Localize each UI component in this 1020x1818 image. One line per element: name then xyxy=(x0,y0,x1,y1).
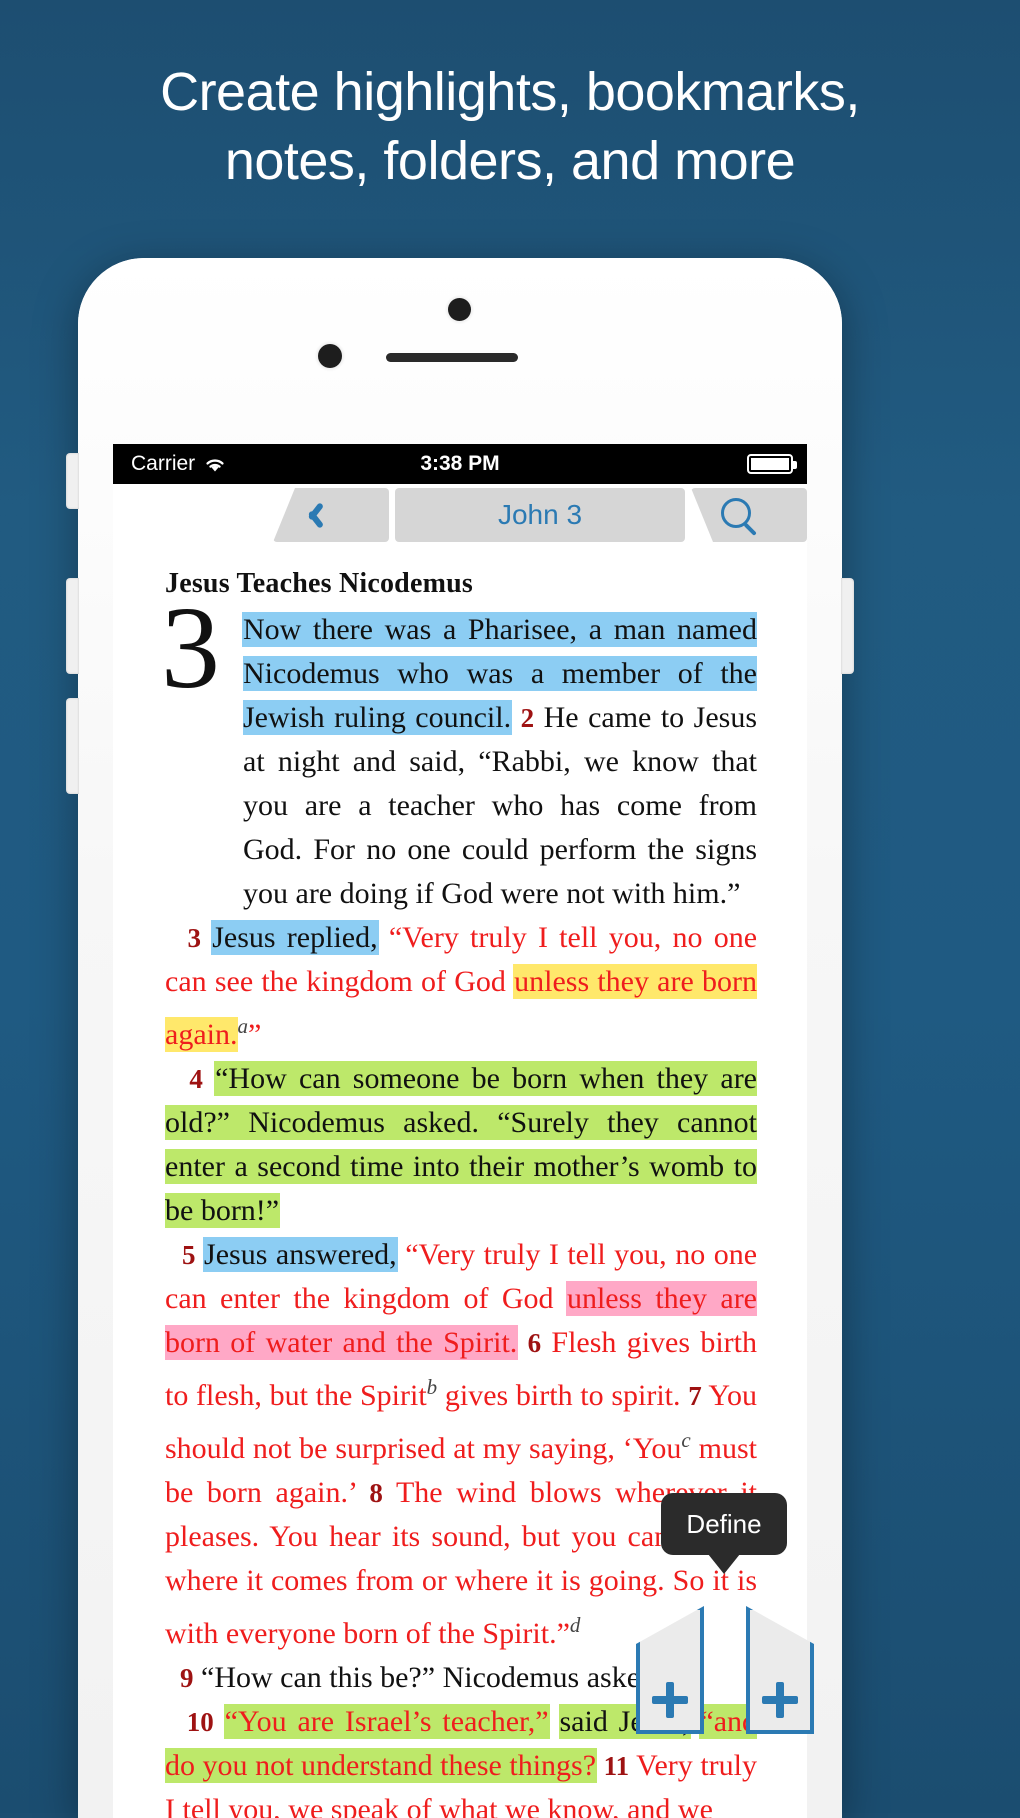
footnote-marker-b[interactable]: b xyxy=(427,1375,438,1399)
footnote-marker-a[interactable]: a xyxy=(237,1014,248,1038)
power-button[interactable] xyxy=(841,578,854,674)
front-camera-icon xyxy=(448,298,471,321)
define-button-label[interactable]: Define xyxy=(686,1509,761,1540)
search-icon[interactable] xyxy=(721,498,759,536)
verse-number-2: 2 xyxy=(520,703,535,733)
handle-plus-icon-right xyxy=(762,1682,798,1718)
verse-number-11: 11 xyxy=(603,1751,630,1781)
verse-4-text[interactable]: “How can someone be born when they are o… xyxy=(165,1062,757,1227)
verse-paragraph-1[interactable]: Now there was a Pharisee, a man named Ni… xyxy=(165,608,757,916)
chevron-left-icon[interactable] xyxy=(299,500,321,530)
selection-handle-left[interactable] xyxy=(636,1606,704,1734)
phone-mockup: Carrier 3:38 PM John 3 Jesus Teaches Nic… xyxy=(66,258,854,1818)
selection-handle-right[interactable] xyxy=(746,1606,814,1734)
volume-up-button[interactable] xyxy=(66,578,79,674)
verse-3-intro[interactable]: Jesus replied, xyxy=(212,921,378,954)
verse-paragraph-5[interactable]: 5 Jesus answered, “Very truly I tell you… xyxy=(165,1233,757,1656)
verse-6-text-b[interactable]: gives birth to spirit. xyxy=(445,1379,681,1412)
verse-number-8: 8 xyxy=(369,1478,383,1508)
volume-down-button[interactable] xyxy=(66,698,79,794)
verse-number-3: 3 xyxy=(187,923,201,953)
promo-headline: Create highlights, bookmarks, notes, fol… xyxy=(0,58,1020,196)
verse-paragraph-3[interactable]: 3 Jesus replied, “Very truly I tell you,… xyxy=(165,916,757,1057)
verse-9-text[interactable]: “How can this be?” Nicodemus asked. xyxy=(201,1661,663,1694)
page-title[interactable]: John 3 xyxy=(395,488,685,542)
define-tooltip[interactable]: Define xyxy=(661,1493,787,1574)
headline-line-1: Create highlights, bookmarks, xyxy=(160,62,860,122)
verse-number-4: 4 xyxy=(189,1064,203,1094)
verse-3-close-quote: ” xyxy=(247,1018,262,1051)
verse-10-quote-a[interactable]: “You are Israel’s teacher,” xyxy=(224,1705,549,1738)
verse-number-6: 6 xyxy=(527,1328,542,1358)
handle-plus-icon-left xyxy=(652,1682,688,1718)
status-bar-time: 3:38 PM xyxy=(420,452,500,475)
status-bar-right xyxy=(747,454,797,474)
back-button[interactable] xyxy=(273,488,389,542)
footnote-marker-d[interactable]: d xyxy=(570,1613,581,1637)
status-bar: Carrier 3:38 PM xyxy=(113,444,807,484)
verse-paragraph-4[interactable]: 4 “How can someone be born when they are… xyxy=(165,1057,757,1233)
headline-line-2: notes, folders, and more xyxy=(224,131,796,192)
battery-icon xyxy=(747,454,797,474)
verse-number-9: 9 xyxy=(180,1663,194,1693)
navigation-bar: John 3 xyxy=(113,484,807,546)
footnote-marker-c[interactable]: c xyxy=(681,1428,690,1452)
verse-number-10: 10 xyxy=(186,1707,214,1737)
proximity-sensor-icon xyxy=(318,344,342,368)
verse-number-7: 7 xyxy=(688,1381,702,1411)
verse-5-intro[interactable]: Jesus answered, xyxy=(204,1238,397,1271)
verse-number-5: 5 xyxy=(182,1240,196,1270)
silent-switch[interactable] xyxy=(66,453,79,509)
earpiece-speaker xyxy=(386,353,518,362)
